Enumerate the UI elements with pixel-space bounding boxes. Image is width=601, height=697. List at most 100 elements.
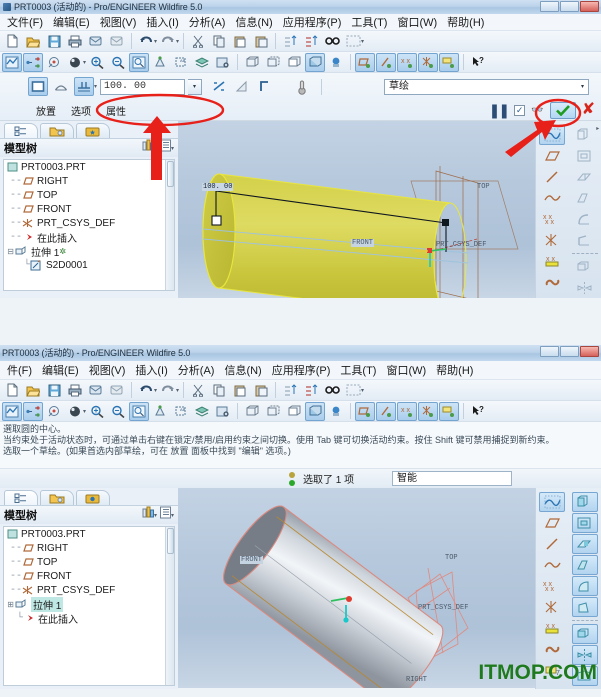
tree-node-sketch[interactable]: └ S2D0001 <box>4 258 174 272</box>
menu-window[interactable]: 窗口(W) <box>381 361 431 379</box>
menu-applications[interactable]: 应用程序(P) <box>278 13 347 31</box>
shading-view-icon[interactable] <box>305 53 325 72</box>
tree-node-part[interactable]: PRT0003.PRT <box>4 527 174 541</box>
point-display-icon[interactable]: x x <box>397 53 417 72</box>
tree-node-top-plane[interactable]: -- TOP <box>4 188 174 202</box>
tab-favorites[interactable] <box>76 490 110 505</box>
tree-node-insert-here[interactable]: -- 在此插入 <box>4 230 174 244</box>
undo-icon[interactable] <box>136 32 156 51</box>
surface-extrude-icon[interactable] <box>51 77 71 96</box>
named-view-icon[interactable]: AB <box>171 402 191 421</box>
chamfer-icon[interactable] <box>572 597 598 617</box>
toolbar-standard-bottom[interactable]: ▾ ▾ <box>0 380 601 401</box>
redo-icon[interactable] <box>158 381 178 400</box>
depth-blind-icon[interactable] <box>74 77 94 96</box>
blend-icon[interactable] <box>572 188 598 208</box>
preview-checkbox[interactable]: ✓ <box>514 105 525 116</box>
tab-folder-browser[interactable] <box>40 123 74 138</box>
tab-model-tree[interactable] <box>4 490 38 505</box>
menubar-top[interactable]: 文件(F) 编辑(E) 视图(V) 插入(I) 分析(A) 信息(N) 应用程序… <box>0 14 601 31</box>
spin-center-icon[interactable] <box>44 53 64 72</box>
save-view-icon[interactable] <box>213 402 233 421</box>
navigator-tools[interactable]: ▾ ▾ <box>141 139 174 157</box>
tree-node-front-plane[interactable]: -- FRONT <box>4 569 174 583</box>
feature-toolbar-bottom[interactable]: x xx x x x 7 <box>535 488 601 689</box>
no-hidden-icon[interactable] <box>284 402 304 421</box>
chamfer-icon[interactable] <box>572 230 598 250</box>
menu-analysis[interactable]: 分析(A) <box>184 13 231 31</box>
save-icon[interactable] <box>44 32 64 51</box>
zoom-out-icon[interactable] <box>108 53 128 72</box>
analysis-point-icon[interactable]: x x <box>539 618 565 638</box>
glasses-preview-icon[interactable]: 👓 <box>531 105 543 116</box>
reorient-icon[interactable] <box>150 402 170 421</box>
navigator-tools[interactable]: ▾ ▾ <box>141 506 174 524</box>
regenerate-all-icon[interactable] <box>301 32 321 51</box>
paste-icon[interactable] <box>230 381 250 400</box>
csys-display-icon[interactable] <box>418 402 438 421</box>
paste-special-icon[interactable] <box>251 381 271 400</box>
zoom-out-icon[interactable] <box>108 402 128 421</box>
menu-help[interactable]: 帮助(H) <box>431 361 478 379</box>
named-view-icon[interactable]: AB <box>171 53 191 72</box>
analysis-point-icon[interactable]: x x <box>539 251 565 271</box>
axis-display-icon[interactable] <box>376 402 396 421</box>
hidden-line-icon[interactable] <box>263 402 283 421</box>
save-view-icon[interactable] <box>213 53 233 72</box>
dashboard-action-buttons[interactable]: ❚❚ ✓ 👓 ✘ <box>489 102 595 119</box>
tree-node-extrude[interactable]: ⊞ 拉伸 1 <box>4 597 174 611</box>
sweep-icon[interactable] <box>572 534 598 554</box>
feature-toolbar-column[interactable]: ▸ <box>569 121 601 298</box>
tab-model-tree[interactable] <box>4 123 38 138</box>
regenerate-icon[interactable] <box>280 32 300 51</box>
minimize-button[interactable] <box>540 1 559 12</box>
sketch-icon[interactable] <box>539 125 565 145</box>
plane-display-icon[interactable] <box>355 53 375 72</box>
datum-point-icon[interactable]: x xx x <box>539 576 565 596</box>
tree-node-part[interactable]: PRT0003.PRT <box>4 160 174 174</box>
tree-node-right-plane[interactable]: -- RIGHT <box>4 174 174 188</box>
menu-view[interactable]: 视图(V) <box>95 13 142 31</box>
regenerate-all-icon[interactable] <box>301 381 321 400</box>
layer-icon[interactable] <box>192 53 212 72</box>
selection-filter-select[interactable]: 智能 <box>392 471 512 486</box>
find-icon[interactable] <box>322 381 342 400</box>
menu-info[interactable]: 信息(N) <box>230 13 277 31</box>
menu-help[interactable]: 帮助(H) <box>442 13 489 31</box>
regenerate-icon[interactable] <box>280 381 300 400</box>
toolbar-standard-top[interactable]: ▾ ▾ <box>0 31 601 52</box>
menu-applications[interactable]: 应用程序(P) <box>267 361 336 379</box>
blend-icon[interactable] <box>572 555 598 575</box>
extrude-dashboard[interactable]: ▾ ▾ 草绘 <box>0 73 601 121</box>
menu-insert[interactable]: 插入(I) <box>130 361 172 379</box>
copy-icon[interactable] <box>209 381 229 400</box>
window-controls-top[interactable] <box>540 1 599 12</box>
zoom-in-icon[interactable] <box>87 402 107 421</box>
help-pointer-icon[interactable]: ? <box>468 402 488 421</box>
undo-icon[interactable] <box>136 381 156 400</box>
wireframe-icon[interactable] <box>242 53 262 72</box>
depth-options-dropdown-icon[interactable]: ▾ <box>94 83 97 90</box>
tree-node-top-plane[interactable]: -- TOP <box>4 555 174 569</box>
tab-favorites[interactable] <box>76 123 110 138</box>
menu-insert[interactable]: 插入(I) <box>141 13 183 31</box>
paste-icon[interactable] <box>230 32 250 51</box>
model-tree-bottom[interactable]: PRT0003.PRT -- RIGHT -- TOP -- <box>3 526 175 686</box>
copy-icon[interactable] <box>209 32 229 51</box>
pattern-icon[interactable] <box>572 624 598 644</box>
confirm-button[interactable] <box>550 102 576 119</box>
dashboard-controls-row[interactable]: ▾ ▾ 草绘 <box>0 73 601 100</box>
menubar-bottom[interactable]: 件(F) 编辑(E) 视图(V) 插入(I) 分析(A) 信息(N) 应用程序(… <box>0 361 601 380</box>
tree-columns-dropdown-icon[interactable]: ▾ <box>171 512 174 519</box>
axis-display-icon[interactable] <box>376 53 396 72</box>
color-appearance-icon[interactable] <box>326 53 346 72</box>
feature-reference-select[interactable]: 草绘 ▾ <box>384 79 589 95</box>
datum-toolbar-column[interactable]: x xx x x x 7 <box>536 488 569 689</box>
tree-columns-dropdown-icon[interactable]: ▾ <box>171 145 174 152</box>
hidden-line-icon[interactable] <box>263 53 283 72</box>
refit-icon[interactable] <box>129 402 149 421</box>
datum-plane-icon[interactable] <box>539 146 565 166</box>
extrude-icon[interactable] <box>572 492 598 512</box>
tree-node-csys[interactable]: -- PRT_CSYS_DEF <box>4 583 174 597</box>
menu-edit[interactable]: 编辑(E) <box>37 361 84 379</box>
